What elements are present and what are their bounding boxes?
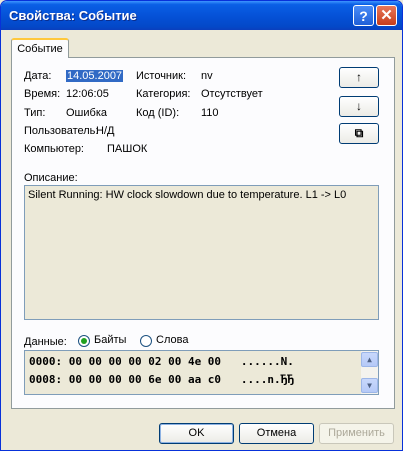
vertical-scrollbar[interactable]: ▲ ▼ bbox=[361, 351, 378, 394]
arrow-up-icon: ↑ bbox=[356, 70, 362, 84]
source-value: nv bbox=[201, 70, 213, 82]
copy-icon: ⧉ bbox=[354, 126, 364, 140]
words-radio-label[interactable]: Слова bbox=[156, 334, 188, 346]
ok-button[interactable]: OK bbox=[159, 423, 234, 444]
apply-button[interactable]: Применить bbox=[319, 423, 394, 444]
properties-window: Свойства: Событие ? ✕ Событие Дата: 14.0… bbox=[0, 0, 403, 451]
computer-value: ПАШОК bbox=[107, 143, 148, 155]
category-value: Отсутствует bbox=[201, 88, 263, 100]
hex-line: 0008: 00 00 00 00 6e 00 aa c0 ....n.ЂЂ bbox=[29, 373, 294, 386]
data-label: Данные: bbox=[24, 336, 67, 348]
user-label: Пользователь: bbox=[24, 125, 99, 137]
time-label: Время: bbox=[24, 88, 61, 100]
date-label: Дата: bbox=[24, 70, 52, 82]
time-value: 12:06:05 bbox=[66, 88, 109, 100]
type-value: Ошибка bbox=[66, 107, 107, 119]
title-bar: Свойства: Событие ? ✕ bbox=[1, 1, 402, 30]
scroll-up-button[interactable]: ▲ bbox=[361, 352, 378, 367]
scroll-down-button[interactable]: ▼ bbox=[361, 378, 378, 393]
description-label: Описание: bbox=[24, 172, 78, 184]
bytes-radio-label[interactable]: Байты bbox=[94, 334, 126, 346]
description-textbox[interactable]: Silent Running: HW clock slowdown due to… bbox=[24, 185, 379, 320]
window-title: Свойства: Событие bbox=[9, 8, 137, 23]
close-button[interactable]: ✕ bbox=[376, 5, 397, 26]
copy-button[interactable]: ⧉ bbox=[339, 123, 379, 144]
id-label: Код (ID): bbox=[136, 107, 180, 119]
source-label: Источник: bbox=[136, 70, 187, 82]
data-hex-textbox[interactable]: 0000: 00 00 00 00 02 00 4e 00 ......N. 0… bbox=[24, 350, 379, 395]
description-text: Silent Running: HW clock slowdown due to… bbox=[28, 189, 347, 201]
cancel-button[interactable]: Отмена bbox=[239, 423, 314, 444]
user-value: Н/Д bbox=[96, 125, 115, 137]
id-value: 110 bbox=[201, 107, 219, 119]
tab-event[interactable]: Событие bbox=[11, 38, 69, 58]
computer-label: Компьютер: bbox=[24, 143, 84, 155]
previous-event-button[interactable]: ↑ bbox=[339, 67, 379, 88]
help-button[interactable]: ? bbox=[353, 5, 374, 26]
words-radio[interactable] bbox=[140, 335, 152, 347]
bytes-radio[interactable] bbox=[78, 335, 90, 347]
next-event-button[interactable]: ↓ bbox=[339, 96, 379, 117]
date-value[interactable]: 14.05.2007 bbox=[66, 70, 124, 82]
hex-line: 0000: 00 00 00 00 02 00 4e 00 ......N. bbox=[29, 355, 294, 368]
category-label: Категория: bbox=[136, 88, 191, 100]
arrow-down-icon: ↓ bbox=[356, 99, 362, 113]
type-label: Тип: bbox=[24, 107, 46, 119]
